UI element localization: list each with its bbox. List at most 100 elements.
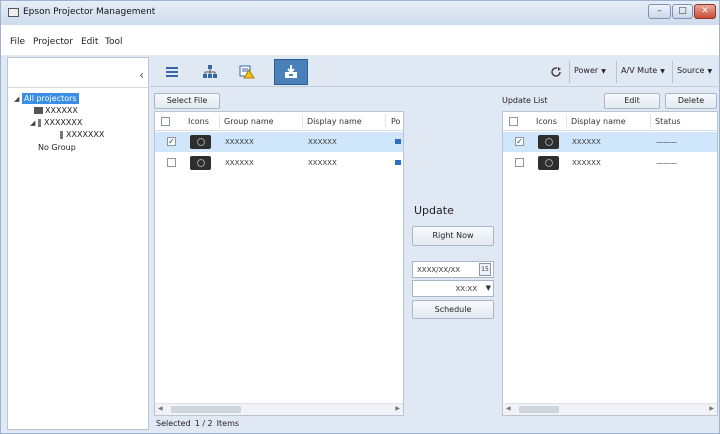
main-toolbar: Power ▼ A/V Mute ▼ Source ▼ bbox=[150, 57, 718, 87]
table-row[interactable]: XXXXXX ——— bbox=[503, 153, 717, 173]
collapse-chevron-icon[interactable]: ‹ bbox=[139, 68, 144, 82]
spinner-down-icon[interactable]: ▼ bbox=[486, 284, 491, 292]
caret-down-icon: ▼ bbox=[707, 68, 713, 75]
status-items-label: Items bbox=[216, 419, 240, 428]
row-checkbox[interactable] bbox=[515, 158, 524, 167]
time-field[interactable]: XX:XX ▼ bbox=[412, 280, 494, 297]
status-label: Selected bbox=[156, 419, 191, 428]
column-separator bbox=[219, 114, 220, 129]
title-bar: Epson Projector Management – □ ✕ bbox=[1, 1, 719, 25]
table-row[interactable]: XXXXXX XXXXXX bbox=[155, 153, 403, 173]
column-power[interactable]: Po bbox=[391, 117, 400, 126]
caret-down-icon: ▼ bbox=[660, 68, 665, 75]
projector-tree-panel: ‹ ◢ All projectors XXXXXX ◢ XXXXXXX XXXXXX… bbox=[7, 57, 149, 430]
status-cell: ——— bbox=[656, 159, 677, 167]
power-status-icon bbox=[395, 139, 401, 144]
projector-icon bbox=[538, 156, 559, 170]
app-window: Epson Projector Management – □ ✕ File Pr… bbox=[0, 0, 720, 434]
table-row[interactable]: ✓ XXXXXX XXXXXX bbox=[155, 132, 403, 152]
projector-icon bbox=[190, 135, 211, 149]
tab-network-view[interactable] bbox=[196, 59, 224, 85]
row-checkbox[interactable]: ✓ bbox=[515, 137, 524, 146]
select-all-checkbox[interactable] bbox=[161, 117, 170, 126]
right-now-button[interactable]: Right Now bbox=[412, 226, 494, 246]
scrollbar-thumb[interactable] bbox=[519, 406, 559, 413]
table-row[interactable]: ✓ XXXXXX ——— bbox=[503, 132, 717, 152]
calendar-icon[interactable]: 15 bbox=[479, 263, 491, 276]
group-icon bbox=[38, 118, 41, 127]
menu-file[interactable]: File bbox=[10, 37, 25, 47]
power-dropdown[interactable]: Power ▼ bbox=[574, 66, 606, 75]
tree-item-projector[interactable]: XXXXXX bbox=[34, 106, 78, 115]
expand-arrow-icon[interactable]: ◢ bbox=[14, 95, 22, 103]
display-name-cell: XXXXXX bbox=[308, 138, 337, 146]
projector-icon bbox=[34, 107, 43, 114]
status-bar: Selected 1 / 2 Items bbox=[156, 419, 243, 428]
status-count: 1 / 2 bbox=[194, 419, 213, 428]
refresh-button[interactable] bbox=[542, 59, 570, 85]
minimize-button[interactable]: – bbox=[648, 4, 671, 19]
scroll-left-icon[interactable]: ◀ bbox=[158, 405, 163, 412]
tab-alert-log[interactable] bbox=[233, 59, 261, 85]
schedule-button[interactable]: Schedule bbox=[412, 300, 494, 319]
column-group-name[interactable]: Group name bbox=[224, 117, 274, 126]
row-checkbox[interactable]: ✓ bbox=[167, 137, 176, 146]
toolbar-separator bbox=[569, 61, 570, 83]
edit-button[interactable]: Edit bbox=[604, 93, 660, 109]
group-icon bbox=[60, 130, 63, 139]
display-name-cell: XXXXXX bbox=[572, 138, 601, 146]
firmware-target-panel: Select File Icons Group name Display nam… bbox=[151, 89, 405, 430]
group-name-cell: XXXXXX bbox=[225, 159, 254, 167]
network-icon bbox=[203, 65, 217, 78]
projector-icon bbox=[190, 156, 211, 170]
toolbar-separator bbox=[616, 61, 617, 83]
select-file-button[interactable]: Select File bbox=[154, 93, 220, 109]
column-separator bbox=[385, 114, 386, 129]
menu-projector[interactable]: Projector bbox=[33, 37, 73, 47]
tree-item-no-group[interactable]: No Group bbox=[38, 143, 76, 152]
time-value: XX:XX bbox=[455, 285, 477, 293]
refresh-icon bbox=[551, 67, 561, 77]
tree-item-subgroup[interactable]: XXXXXXX bbox=[60, 130, 104, 139]
column-status[interactable]: Status bbox=[655, 117, 681, 126]
column-separator bbox=[302, 114, 303, 129]
display-name-cell: XXXXXX bbox=[308, 159, 337, 167]
expand-arrow-icon[interactable]: ◢ bbox=[30, 119, 38, 127]
scrollbar-thumb[interactable] bbox=[171, 406, 241, 413]
update-download-icon bbox=[285, 65, 297, 78]
column-icons[interactable]: Icons bbox=[536, 117, 557, 126]
menu-bar: File Projector Edit Tool bbox=[1, 25, 719, 55]
column-separator bbox=[566, 114, 567, 129]
maximize-button[interactable]: □ bbox=[672, 4, 693, 19]
source-dropdown[interactable]: Source ▼ bbox=[677, 66, 712, 75]
caret-down-icon: ▼ bbox=[601, 68, 606, 75]
tree-item-all-projectors[interactable]: ◢ All projectors bbox=[14, 93, 79, 104]
projector-icon bbox=[538, 135, 559, 149]
scroll-left-icon[interactable]: ◀ bbox=[506, 405, 511, 412]
column-icons[interactable]: Icons bbox=[188, 117, 209, 126]
projector-list-header: Icons Group name Display name Po bbox=[155, 112, 403, 131]
av-mute-dropdown[interactable]: A/V Mute ▼ bbox=[621, 66, 665, 75]
scroll-right-icon[interactable]: ▶ bbox=[395, 405, 400, 412]
delete-button[interactable]: Delete bbox=[665, 93, 717, 109]
group-name-cell: XXXXXX bbox=[225, 138, 254, 146]
tree-header: ‹ bbox=[8, 58, 148, 88]
warning-log-icon bbox=[239, 65, 255, 79]
horizontal-scrollbar[interactable]: ◀ ▶ bbox=[155, 403, 403, 415]
tab-list-view[interactable] bbox=[158, 59, 186, 85]
menu-edit[interactable]: Edit bbox=[81, 37, 98, 47]
list-view-icon bbox=[166, 67, 178, 77]
column-separator bbox=[650, 114, 651, 129]
tab-firmware-update[interactable] bbox=[274, 59, 308, 85]
scroll-right-icon[interactable]: ▶ bbox=[709, 405, 714, 412]
date-field[interactable]: XXXX/XX/XX 15 bbox=[412, 261, 494, 278]
menu-tool[interactable]: Tool bbox=[105, 37, 122, 47]
tree-item-group[interactable]: ◢ XXXXXXX bbox=[30, 118, 82, 127]
horizontal-scrollbar[interactable]: ◀ ▶ bbox=[503, 403, 717, 415]
row-checkbox[interactable] bbox=[167, 158, 176, 167]
select-all-checkbox[interactable] bbox=[509, 117, 518, 126]
status-cell: ——— bbox=[656, 138, 677, 146]
column-display-name[interactable]: Display name bbox=[571, 117, 626, 126]
close-button[interactable]: ✕ bbox=[694, 4, 716, 19]
column-display-name[interactable]: Display name bbox=[307, 117, 362, 126]
